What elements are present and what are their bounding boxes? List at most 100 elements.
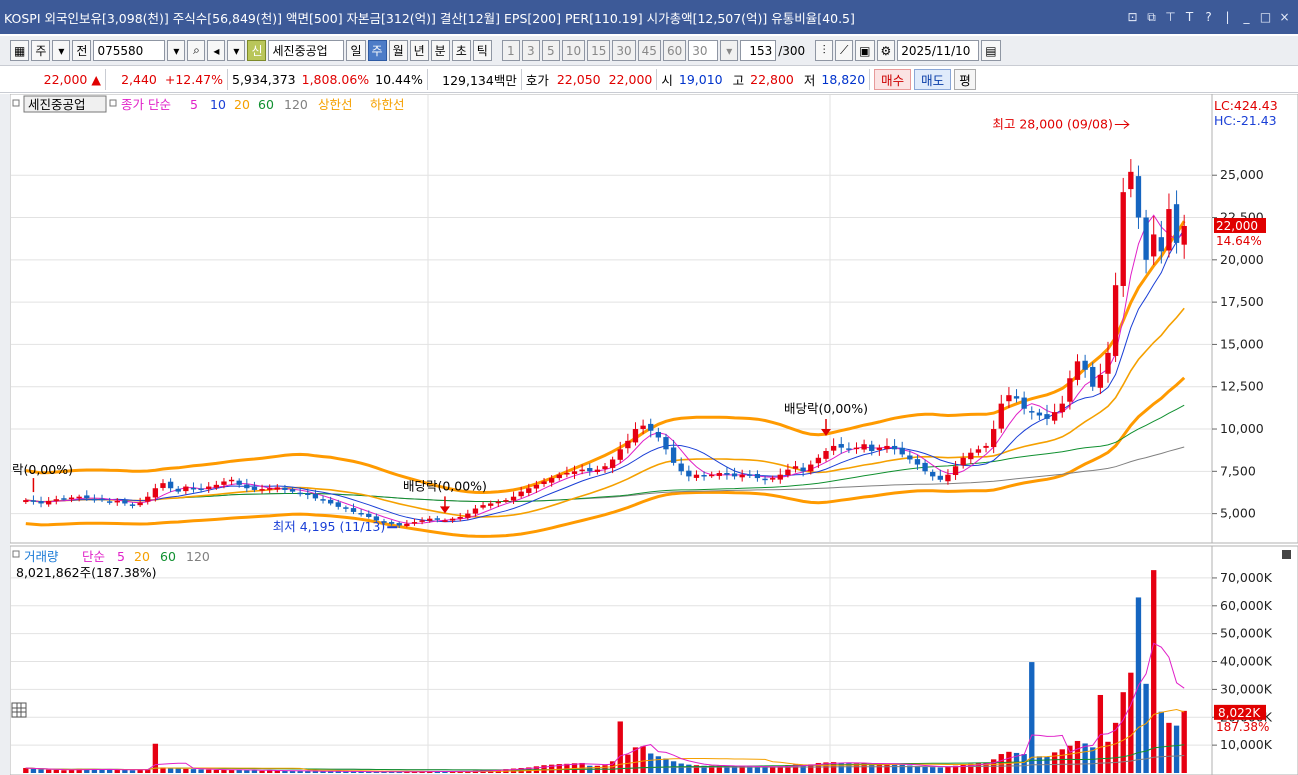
period-month[interactable]: 월 — [388, 40, 408, 61]
volume-bar — [190, 769, 197, 773]
interval-30[interactable]: 30 — [612, 40, 636, 61]
candle-body — [861, 444, 867, 450]
window-buttons: ⊡ ⧉ ⊤ T ? | _ □ × — [1125, 0, 1292, 34]
volume-bar — [1029, 662, 1035, 773]
candle-body — [998, 403, 1004, 429]
period-week[interactable]: 주 — [367, 40, 387, 61]
volume-bar — [61, 770, 67, 773]
candle-body — [876, 447, 883, 450]
volume-bar — [114, 769, 120, 773]
low-annotation: 최저 4,195 (11/13) — [273, 519, 386, 534]
interval-dropdown-icon[interactable]: ▾ — [720, 40, 739, 61]
volume-ma-label: 단순 — [82, 549, 105, 564]
period-day[interactable]: 일 — [346, 40, 366, 61]
code-input[interactable]: 075580 — [93, 40, 166, 61]
restore-icon[interactable]: ⊡ — [1125, 10, 1140, 25]
candle-body — [84, 495, 90, 499]
candle-body — [312, 493, 319, 499]
chart-area[interactable]: 5,000 7,500 10,000 12,500 15,000 17,500 20,000… — [0, 93, 1298, 775]
candle-body — [1112, 285, 1119, 356]
interval-5[interactable]: 5 — [541, 40, 560, 61]
volume-tick-label: 50,000K — [1220, 626, 1273, 641]
code-dropdown-icon[interactable]: ▾ — [167, 40, 186, 61]
font-icon[interactable]: T — [1182, 10, 1197, 25]
candle-body — [23, 500, 29, 503]
volume-bar — [38, 769, 44, 773]
volume-bar — [312, 771, 319, 773]
low-label: 저 — [803, 72, 816, 88]
interval-45[interactable]: 45 — [637, 40, 661, 61]
copy-icon[interactable]: ⧉ — [1144, 10, 1159, 25]
maximize-icon[interactable]: □ — [1258, 10, 1273, 25]
calendar-icon[interactable]: ▤ — [981, 40, 1001, 61]
interval-input[interactable]: 30 — [688, 40, 719, 61]
new-button[interactable]: 신 — [247, 40, 267, 61]
chart-svg[interactable]: 5,000 7,500 10,000 12,500 15,000 17,500 20,000… — [9, 93, 1298, 775]
speaker-icon[interactable]: ◂ — [207, 40, 226, 61]
candle-body — [747, 474, 753, 476]
interval-10[interactable]: 10 — [561, 40, 586, 61]
all-button[interactable]: 전 — [72, 40, 92, 61]
interval-60[interactable]: 60 — [662, 40, 687, 61]
ma60-legend: 60 — [258, 97, 274, 112]
candle-body — [823, 451, 829, 459]
period-year[interactable]: 년 — [409, 40, 429, 61]
volume-bar — [206, 769, 212, 773]
period-tick[interactable]: 틱 — [472, 40, 492, 61]
dividend-annotation-1: 배당락(0,00%) — [403, 478, 487, 493]
candle-body — [625, 440, 631, 449]
interval-1[interactable]: 1 — [501, 40, 520, 61]
candle-body — [769, 478, 776, 480]
lc-value: LC:424.43 — [1214, 98, 1278, 113]
close-icon[interactable]: × — [1277, 10, 1292, 25]
help-icon[interactable]: ? — [1201, 10, 1216, 25]
candle-body — [869, 444, 875, 452]
hoga-label: 호가 — [525, 72, 549, 88]
divider: | — [1225, 9, 1230, 24]
layout-icon[interactable]: ▦ — [10, 40, 30, 61]
line-tool-icon[interactable]: ⟋ — [835, 40, 854, 61]
panel-close-icon[interactable] — [1282, 550, 1291, 559]
candle-body — [99, 498, 105, 501]
grid-table-icon[interactable] — [11, 702, 27, 718]
candle-body — [396, 523, 402, 526]
count-input[interactable]: 153 — [740, 40, 777, 61]
minimize-icon[interactable]: _ — [1239, 10, 1254, 25]
speaker-dropdown-icon[interactable]: ▾ — [227, 40, 246, 61]
candle-body — [1151, 234, 1157, 257]
period-second[interactable]: 초 — [451, 40, 471, 61]
candle-body — [579, 469, 585, 472]
candle-body — [548, 478, 555, 483]
volume-bar — [937, 767, 943, 773]
turnover-value: 10.44% — [375, 71, 423, 87]
pin-icon[interactable]: ⊤ — [1163, 10, 1178, 25]
candle-body — [937, 475, 943, 480]
gear-icon[interactable]: ⚙ — [876, 40, 896, 61]
candle-body — [251, 486, 258, 490]
average-button[interactable]: 평 — [954, 68, 976, 90]
candle-body — [61, 498, 67, 500]
candle-body — [526, 488, 532, 493]
volume-bar — [1128, 672, 1134, 773]
date-input[interactable]: 2025/11/10 — [897, 40, 980, 61]
price-tick-label: 20,000 — [1220, 252, 1264, 267]
interval-15[interactable]: 15 — [587, 40, 611, 61]
sell-button[interactable]: 매도 — [914, 68, 952, 90]
interval-3[interactable]: 3 — [521, 40, 540, 61]
chevron-down-icon[interactable]: ▾ — [52, 40, 71, 61]
candle-type-icon[interactable]: ⫶ — [815, 40, 834, 61]
candle-body — [853, 447, 860, 450]
buy-button[interactable]: 매수 — [874, 68, 912, 90]
volume-bar — [686, 764, 692, 773]
candle-body — [366, 513, 372, 518]
candle-body — [1135, 176, 1142, 218]
volume-bar — [1181, 710, 1187, 773]
search-icon[interactable]: ⌕ — [187, 40, 206, 61]
save-icon[interactable]: ▣ — [855, 40, 875, 61]
candle-body — [564, 473, 570, 475]
candle-body — [114, 500, 120, 503]
candle-body — [1090, 366, 1096, 387]
period-minute[interactable]: 분 — [430, 40, 450, 61]
market-select[interactable]: 주 — [31, 40, 51, 61]
volume-bar — [221, 769, 227, 773]
